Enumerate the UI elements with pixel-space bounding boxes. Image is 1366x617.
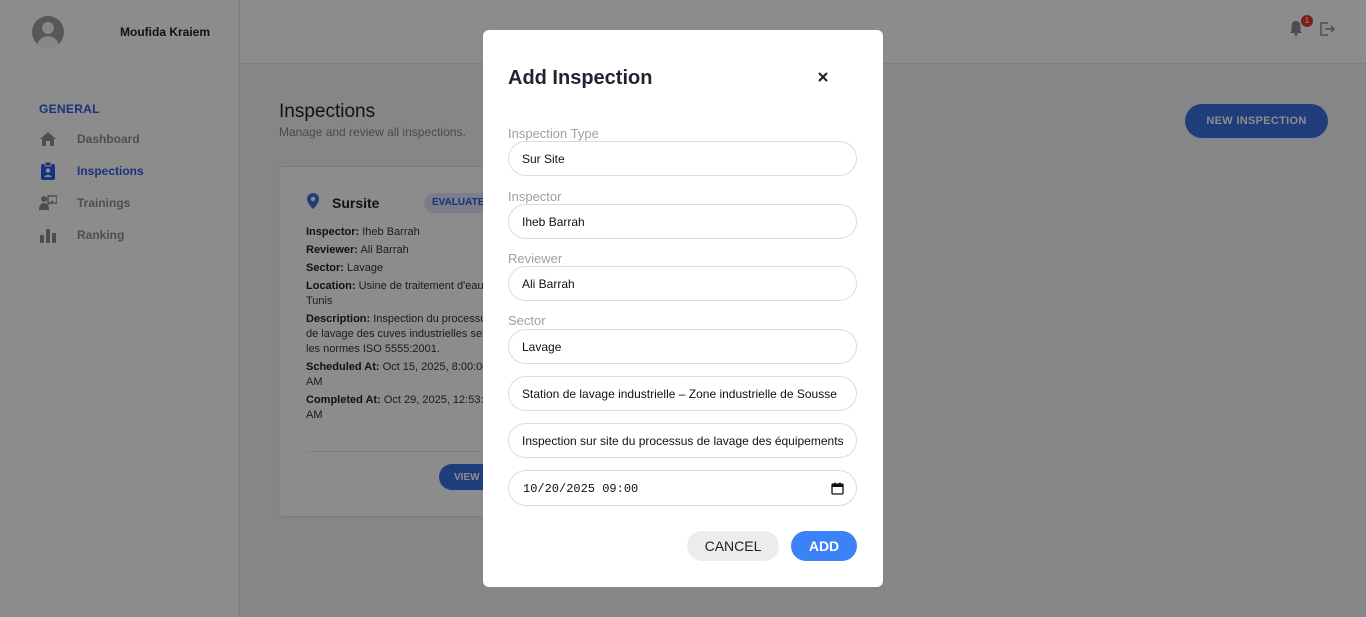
reviewer-field[interactable] bbox=[508, 266, 857, 301]
cancel-button[interactable]: CANCEL bbox=[687, 531, 779, 561]
add-inspection-dialog: Add Inspection Inspection Type Inspector… bbox=[483, 30, 883, 587]
reviewer-label: Reviewer bbox=[508, 251, 563, 266]
calendar-icon[interactable] bbox=[831, 482, 844, 495]
sector-field[interactable] bbox=[508, 329, 857, 364]
description-field[interactable] bbox=[508, 423, 857, 458]
dialog-title: Add Inspection bbox=[508, 67, 653, 89]
sector-label: Sector bbox=[508, 313, 546, 328]
add-button[interactable]: ADD bbox=[791, 531, 857, 561]
inspector-field[interactable] bbox=[508, 204, 857, 239]
inspection-type-label: Inspection Type bbox=[508, 126, 599, 141]
close-icon[interactable] bbox=[816, 70, 830, 84]
inspection-type-field[interactable] bbox=[508, 141, 857, 176]
location-field[interactable] bbox=[508, 376, 857, 411]
scheduled-datetime-field[interactable]: 10/20/2025 09:00 bbox=[508, 470, 857, 506]
datetime-value: 10/20/2025 09:00 bbox=[523, 482, 639, 496]
inspector-label: Inspector bbox=[508, 189, 562, 204]
